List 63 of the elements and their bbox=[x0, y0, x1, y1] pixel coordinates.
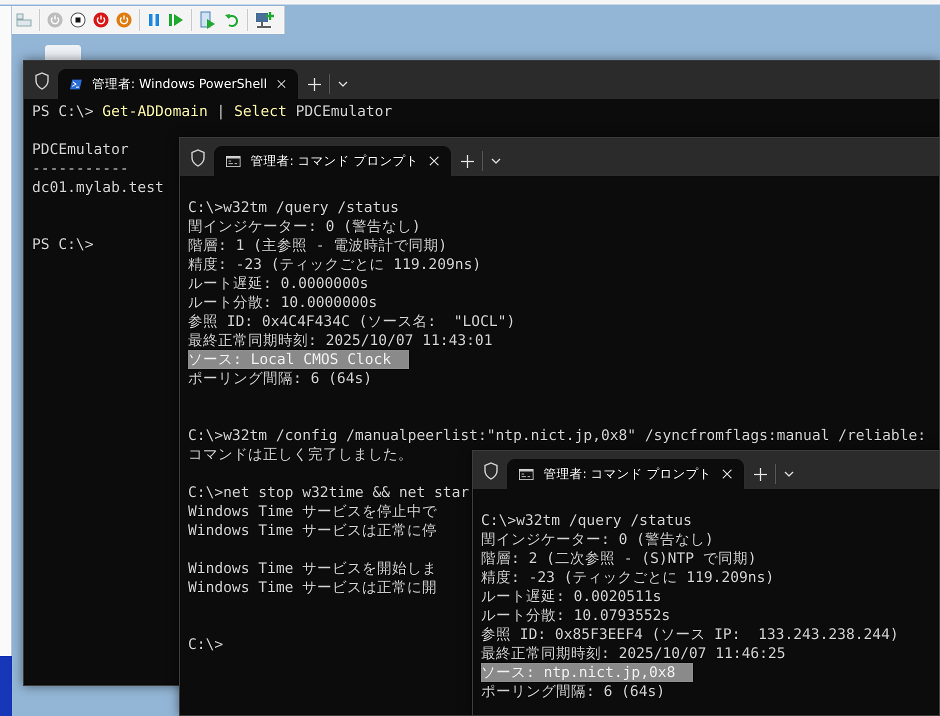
terminal-line: ポーリング間隔: 6 (64s) bbox=[188, 369, 372, 388]
terminal-line: 精度: -23 (ティックごとに 119.209ns) bbox=[188, 255, 482, 274]
terminal-line: C:\> bbox=[188, 635, 224, 654]
terminal-line: 参照 ID: 0x85F3EEF4 (ソース IP: 133.243.238.244) bbox=[481, 625, 899, 644]
terminal-line: Windows Time サービスを開始しま bbox=[188, 559, 438, 578]
chevron-down-icon[interactable] bbox=[784, 471, 794, 477]
powershell-icon bbox=[70, 78, 82, 90]
tab-title: 管理者: Windows PowerShell bbox=[92, 76, 268, 92]
terminal-line: C:\>net stop w32time && net star bbox=[188, 483, 470, 502]
terminal-line: 閏インジケーター: 0 (警告なし) bbox=[481, 530, 714, 549]
shield-icon[interactable] bbox=[483, 462, 499, 480]
stop-icon[interactable] bbox=[70, 12, 86, 28]
terminal-line: C:\>w32tm /query /status bbox=[188, 198, 399, 217]
terminal-line: 最終正常同期時刻: 2025/10/07 11:46:25 bbox=[481, 644, 786, 663]
terminal-line: C:\>w32tm /query /status bbox=[481, 511, 692, 530]
terminal-line: ----------- bbox=[32, 159, 129, 178]
close-icon[interactable] bbox=[277, 78, 286, 90]
terminal-line: PS C:\> Get-ADDomain | Select PDCEmulator bbox=[32, 102, 392, 121]
chevron-down-icon[interactable] bbox=[338, 81, 348, 87]
terminal-line: Windows Time サービスは正常に開 bbox=[188, 578, 438, 597]
terminal-line: コマンドは正しく完了しました。 bbox=[188, 445, 413, 464]
terminal-line: ルート遅延: 0.0000000s bbox=[188, 274, 368, 293]
power-icon[interactable] bbox=[116, 12, 132, 28]
terminal-line: C:\>w32tm /config /manualpeerlist:"ntp.nict.jp,0x8" /syncfromflags:manual /reliable: bbox=[188, 426, 926, 445]
terminal-line: Windows Time サービスを停止中で bbox=[188, 502, 438, 521]
terminal-line: PS C:\> bbox=[32, 235, 94, 254]
command-prompt-icon bbox=[519, 468, 534, 480]
chevron-down-icon[interactable] bbox=[491, 158, 501, 164]
command-prompt-icon bbox=[226, 154, 241, 168]
terminal-line: ルート分散: 10.0000000s bbox=[188, 293, 378, 312]
terminal-tab[interactable]: 管理者: Windows PowerShell bbox=[58, 69, 298, 99]
terminal-line: 階層: 2 (二次参照 - (S)NTP で同期) bbox=[481, 549, 757, 568]
network-icon[interactable] bbox=[255, 11, 275, 29]
terminal-tab[interactable]: 管理者: コマンド プロンプト bbox=[507, 459, 744, 489]
terminal-line: 精度: -23 (ティックごとに 119.209ns) bbox=[481, 568, 774, 587]
terminal-line: PDCEmulator bbox=[32, 140, 129, 159]
power-icon[interactable] bbox=[93, 12, 109, 28]
plus-icon[interactable] bbox=[461, 154, 474, 168]
tab-title: 管理者: コマンド プロンプト bbox=[544, 466, 712, 482]
revert-icon[interactable] bbox=[224, 12, 240, 28]
plus-icon[interactable] bbox=[754, 468, 767, 480]
terminal-line: 参照 ID: 0x4C4F434C (ソース名: "LOCL") bbox=[188, 312, 516, 331]
terminal-line: ルート分散: 10.0793552s bbox=[481, 606, 670, 625]
terminal-line: dc01.mylab.test bbox=[32, 178, 164, 197]
desktop-icon[interactable] bbox=[45, 45, 81, 61]
close-icon[interactable] bbox=[428, 155, 439, 167]
close-icon[interactable] bbox=[722, 468, 732, 480]
pause-icon[interactable] bbox=[147, 13, 161, 27]
play-icon[interactable] bbox=[168, 13, 184, 27]
taskbar bbox=[0, 656, 12, 716]
terminal-line: 階層: 1 (主参照 - 電波時計で同期) bbox=[188, 236, 448, 255]
checkpoint-icon[interactable] bbox=[199, 11, 217, 29]
shield-icon[interactable] bbox=[190, 149, 206, 167]
terminal-line: 閏インジケーター: 0 (警告なし) bbox=[188, 217, 421, 236]
power-icon bbox=[47, 12, 63, 28]
tab-title: 管理者: コマンド プロンプト bbox=[250, 152, 419, 170]
terminal-line: ルート遅延: 0.0020511s bbox=[481, 587, 662, 606]
terminal-line: 最終正常同期時刻: 2025/10/07 11:43:01 bbox=[188, 331, 493, 350]
plus-icon[interactable] bbox=[308, 78, 321, 90]
shield-icon[interactable] bbox=[34, 72, 50, 90]
terminal-line: Windows Time サービスは正常に停 bbox=[188, 521, 438, 540]
terminal-line: ポーリング間隔: 6 (64s) bbox=[481, 682, 666, 701]
terminal-tab[interactable]: 管理者: コマンド プロンプト bbox=[214, 146, 451, 176]
